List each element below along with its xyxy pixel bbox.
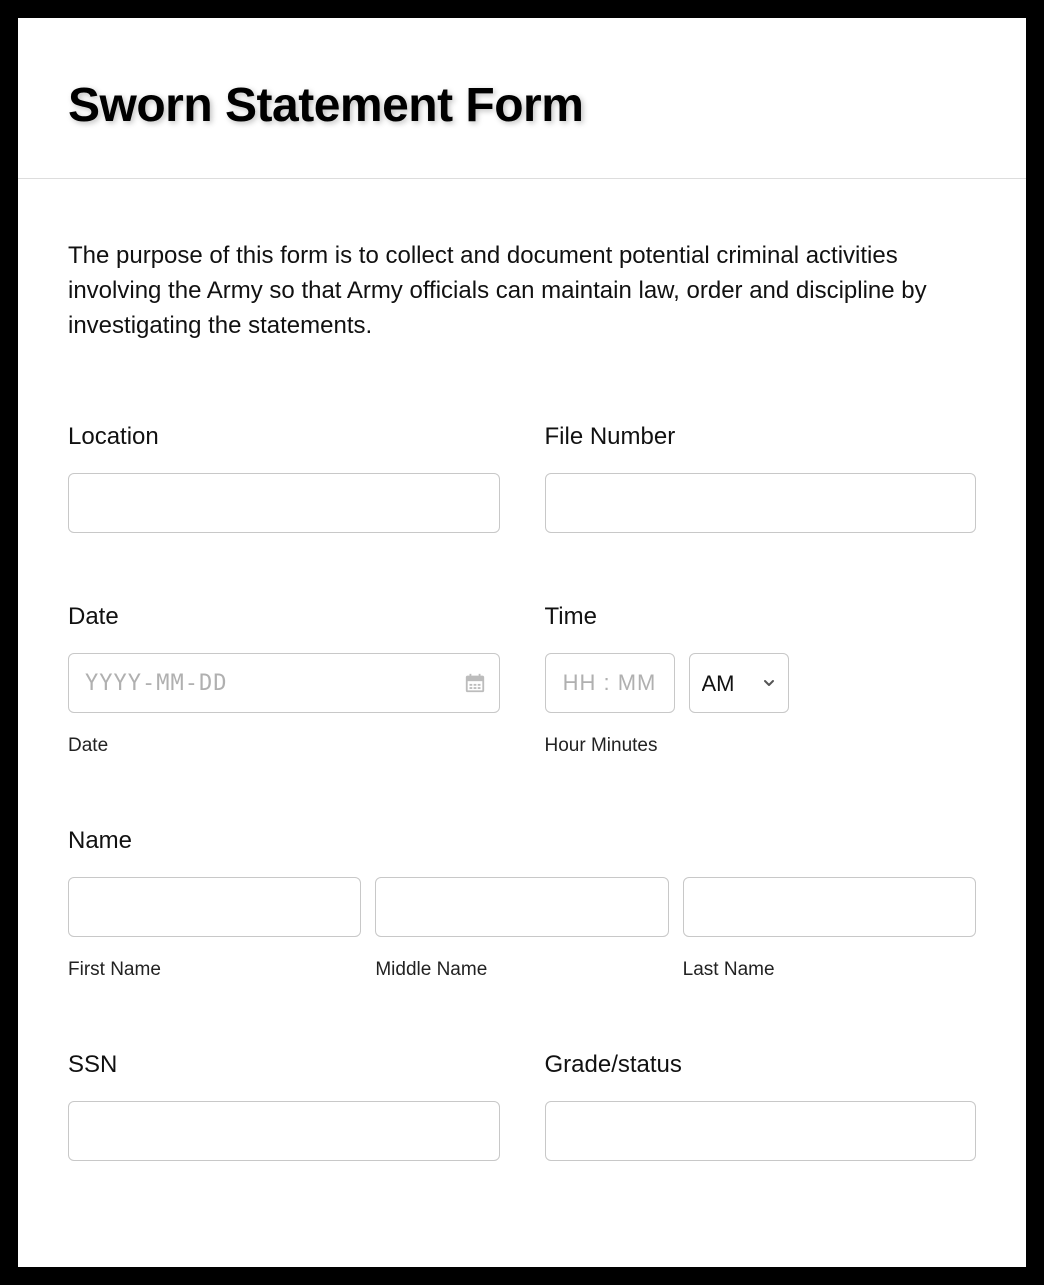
ssn-input[interactable] — [68, 1101, 500, 1161]
date-sub-label: Date — [68, 735, 500, 757]
form-description: The purpose of this form is to collect a… — [68, 239, 976, 343]
date-label: Date — [68, 603, 500, 631]
time-sub-label: Hour Minutes — [545, 735, 977, 757]
ampm-select[interactable]: AM — [689, 653, 789, 713]
grade-status-input[interactable] — [545, 1101, 977, 1161]
last-name-input[interactable] — [683, 877, 976, 937]
file-number-label: File Number — [545, 423, 977, 451]
location-label: Location — [68, 423, 500, 451]
first-name-input[interactable] — [68, 877, 361, 937]
last-name-sub-label: Last Name — [683, 959, 976, 981]
file-number-input[interactable] — [545, 473, 977, 533]
grade-status-label: Grade/status — [545, 1051, 977, 1079]
time-input[interactable] — [545, 653, 675, 713]
middle-name-sub-label: Middle Name — [375, 959, 668, 981]
location-input[interactable] — [68, 473, 500, 533]
first-name-sub-label: First Name — [68, 959, 361, 981]
date-input[interactable] — [68, 653, 500, 713]
page-title: Sworn Statement Form — [68, 78, 976, 133]
time-label: Time — [545, 603, 977, 631]
name-label: Name — [68, 827, 976, 855]
ssn-label: SSN — [68, 1051, 500, 1079]
middle-name-input[interactable] — [375, 877, 668, 937]
